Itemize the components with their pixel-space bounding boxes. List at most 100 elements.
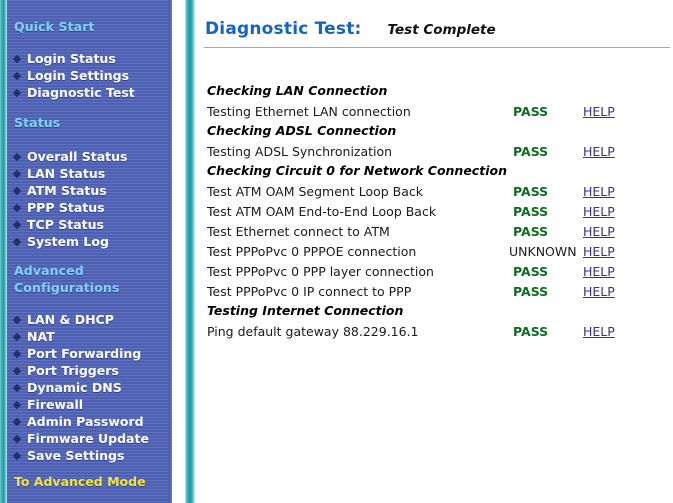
diagnostic-section-header: Checking LAN Connection	[195, 82, 673, 102]
diamond-bullet-icon	[12, 220, 22, 230]
section-header-label: Checking Circuit 0 for Network Connectio…	[207, 163, 507, 178]
diamond-bullet-icon	[12, 434, 22, 444]
sidebar-item-login-settings[interactable]: Login Settings	[12, 68, 130, 83]
sidebar-gap	[172, 0, 185, 503]
test-help-link[interactable]: HELP	[583, 244, 615, 259]
test-status-badge: PASS	[513, 264, 549, 279]
diagnostic-test-row: Test PPPoPvc 0 PPPOE connection UNKNOWN HE…	[195, 242, 673, 262]
sidebar-item-nat[interactable]: NAT	[12, 329, 55, 344]
sidebar-item-firmware-update[interactable]: Firmware Update	[12, 431, 149, 446]
sidebar-item-label: ATM Status	[27, 183, 107, 198]
diamond-bullet-icon	[12, 383, 22, 393]
page-title-row: Diagnostic Test: Test Complete	[205, 19, 496, 39]
test-name-label: Test PPPoPvc 0 PPPOE connection	[207, 244, 417, 259]
sidebar-item-label: Save Settings	[27, 448, 125, 463]
test-completion-status: Test Complete	[387, 22, 496, 38]
diamond-bullet-icon	[12, 71, 22, 81]
test-name-label: Testing Ethernet LAN connection	[207, 104, 411, 119]
test-help-link[interactable]: HELP	[583, 204, 615, 219]
diagnostic-section-header: Checking ADSL Connection	[195, 122, 673, 142]
sidebar-item-atm-status[interactable]: ATM Status	[12, 183, 107, 198]
sidebar-heading-3-line1: Advanced	[14, 263, 84, 278]
test-name-label: Test Ethernet connect to ATM	[207, 224, 390, 239]
sidebar-item-save-settings[interactable]: Save Settings	[12, 448, 125, 463]
test-status-badge: PASS	[513, 144, 549, 159]
main-content-area: Diagnostic Test: Test Complete Checking …	[195, 0, 673, 503]
test-status-badge: PASS	[513, 184, 549, 199]
sidebar-item-admin-password[interactable]: Admin Password	[12, 414, 144, 429]
sidebar-item-tcp-status[interactable]: TCP Status	[12, 217, 104, 232]
sidebar-item-label: Firmware Update	[27, 431, 149, 446]
sidebar-item-label: Dynamic DNS	[27, 380, 122, 395]
diamond-bullet-icon	[12, 366, 22, 376]
diamond-bullet-icon	[12, 451, 22, 461]
diagnostic-test-row: Test PPPoPvc 0 PPP layer connection PASS H…	[195, 262, 673, 282]
test-help-link[interactable]: HELP	[583, 104, 615, 119]
diamond-bullet-icon	[12, 54, 22, 64]
sidebar-item-label: LAN & DHCP	[27, 312, 114, 327]
test-name-label: Test PPPoPvc 0 IP connect to PPP	[207, 284, 412, 299]
diagnostic-section-header: Checking Circuit 0 for Network Connectio…	[195, 162, 673, 182]
sidebar-item-label: LAN Status	[27, 166, 106, 181]
test-name-label: Testing ADSL Synchronization	[207, 144, 393, 159]
test-status-badge: UNKNOWN	[509, 244, 577, 259]
sidebar-link-to-advanced-mode[interactable]: To Advanced Mode	[14, 474, 146, 489]
sidebar-item-label: Overall Status	[27, 149, 128, 164]
title-divider-rule	[204, 47, 670, 48]
router-admin-page: Quick Start Login Status Login Settings Dia…	[0, 0, 673, 503]
sidebar-item-system-log[interactable]: System Log	[12, 234, 109, 249]
diamond-bullet-icon	[12, 88, 22, 98]
section-header-label: Testing Internet Connection	[207, 303, 404, 318]
diamond-bullet-icon	[12, 186, 22, 196]
diamond-bullet-icon	[12, 332, 22, 342]
test-name-label: Test ATM OAM Segment Loop Back	[207, 184, 424, 199]
left-edge-accent-stripe	[0, 0, 7, 503]
sidebar-item-port-triggers[interactable]: Port Triggers	[12, 363, 119, 378]
test-status-badge: PASS	[513, 284, 549, 299]
test-help-link[interactable]: HELP	[583, 324, 615, 339]
test-help-link[interactable]: HELP	[583, 184, 615, 199]
sidebar-heading-2: Status	[14, 115, 61, 130]
sidebar-item-label: Diagnostic Test	[27, 85, 135, 100]
diagnostic-test-row: Test ATM OAM Segment Loop Back PASS HELP	[195, 182, 673, 202]
sidebar-item-label: System Log	[27, 234, 109, 249]
diagnostic-test-row: Test ATM OAM End-to-End Loop Back PASS HEL…	[195, 202, 673, 222]
sidebar-item-overall-status[interactable]: Overall Status	[12, 149, 128, 164]
diamond-bullet-icon	[12, 203, 22, 213]
diamond-bullet-icon	[12, 315, 22, 325]
sidebar-item-firewall[interactable]: Firewall	[12, 397, 84, 412]
test-help-link[interactable]: HELP	[583, 144, 615, 159]
test-status-badge: PASS	[513, 324, 549, 339]
sidebar-item-lan-dhcp[interactable]: LAN & DHCP	[12, 312, 114, 327]
test-name-label: Ping default gateway 88.229.16.1	[207, 324, 419, 339]
diamond-bullet-icon	[12, 400, 22, 410]
sidebar-item-label: Port Forwarding	[27, 346, 142, 361]
sidebar-item-label: NAT	[27, 329, 55, 344]
sidebar-heading-3-line2: Configurations	[14, 280, 120, 295]
test-help-link[interactable]: HELP	[583, 224, 615, 239]
sidebar-item-ppp-status[interactable]: PPP Status	[12, 200, 105, 215]
sidebar-item-login-status[interactable]: Login Status	[12, 51, 116, 66]
sidebar-item-diagnostic-test[interactable]: Diagnostic Test	[12, 85, 135, 100]
diamond-bullet-icon	[12, 349, 22, 359]
test-status-badge: PASS	[513, 104, 549, 119]
sidebar-item-label: Login Settings	[27, 68, 130, 83]
diagnostic-test-row: Testing ADSL Synchronization PASS HELP	[195, 142, 673, 162]
diagnostic-section-header: Testing Internet Connection	[195, 302, 673, 322]
diagnostic-results-list: Checking LAN Connection Testing Ethernet …	[195, 82, 673, 342]
section-header-label: Checking LAN Connection	[207, 83, 388, 98]
diagnostic-test-row: Test PPPoPvc 0 IP connect to PPP PASS HELP	[195, 282, 673, 302]
teal-vertical-divider	[185, 0, 195, 503]
test-help-link[interactable]: HELP	[583, 284, 615, 299]
diamond-bullet-icon	[12, 237, 22, 247]
diagnostic-test-row: Ping default gateway 88.229.16.1 PASS HELP	[195, 322, 673, 342]
sidebar-item-label: Admin Password	[27, 414, 144, 429]
sidebar-item-lan-status[interactable]: LAN Status	[12, 166, 106, 181]
test-name-label: Test ATM OAM End-to-End Loop Back	[207, 204, 437, 219]
diamond-bullet-icon	[12, 152, 22, 162]
test-help-link[interactable]: HELP	[583, 264, 615, 279]
sidebar-item-dynamic-dns[interactable]: Dynamic DNS	[12, 380, 122, 395]
sidebar-item-label: Firewall	[27, 397, 84, 412]
diagnostic-test-row: Testing Ethernet LAN connection PASS HELP	[195, 102, 673, 122]
sidebar-item-port-forwarding[interactable]: Port Forwarding	[12, 346, 142, 361]
